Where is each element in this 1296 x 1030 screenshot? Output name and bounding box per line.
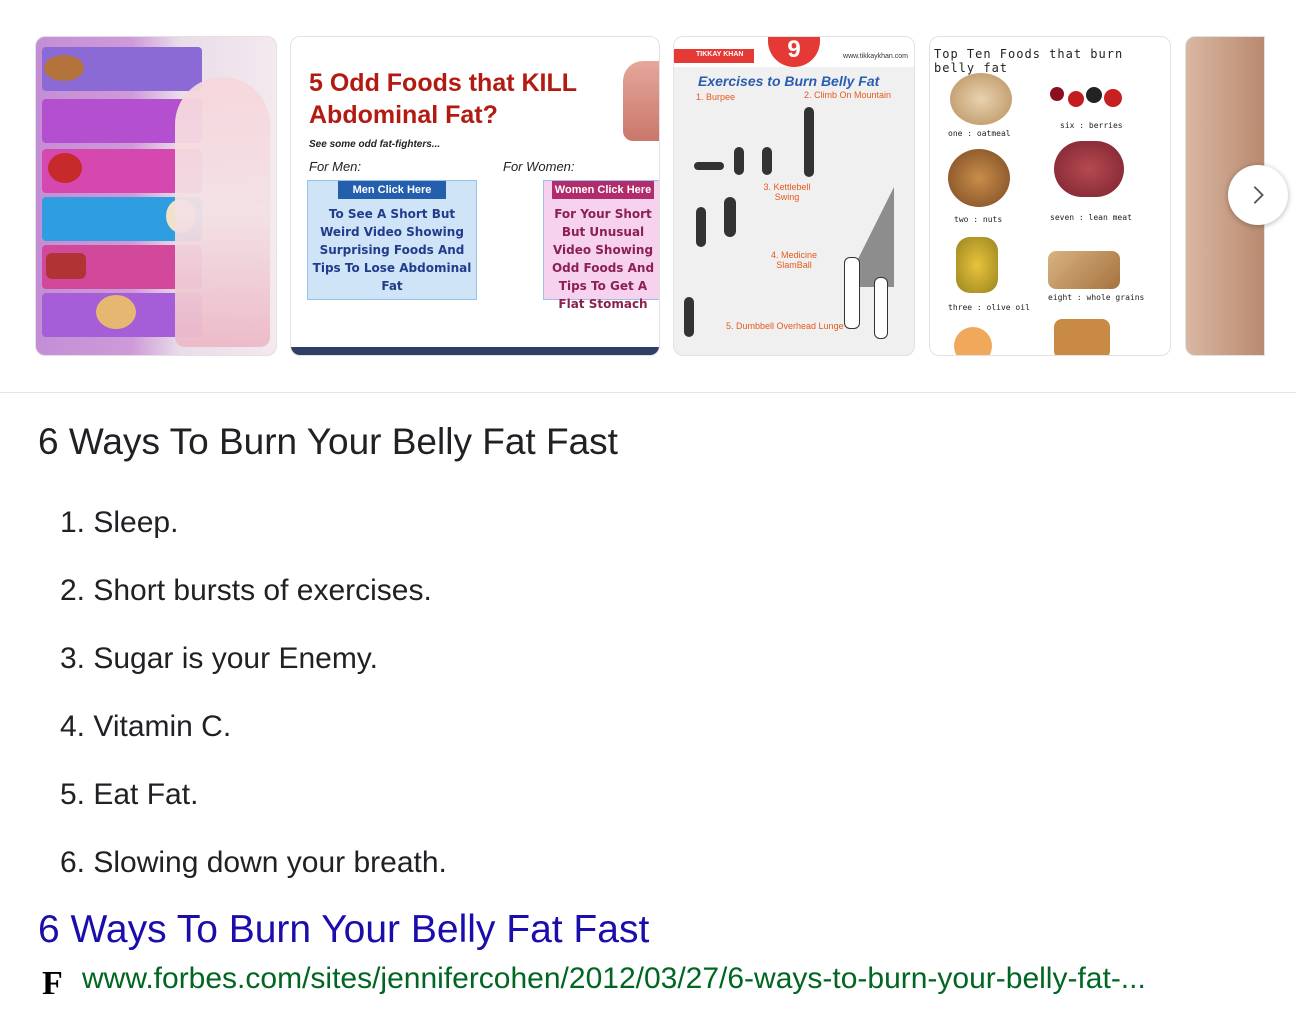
men-card: Men Click Here To See A Short But Weird … — [307, 180, 477, 300]
for-women-label: For Women: — [503, 159, 575, 174]
for-men-label: For Men: — [309, 159, 362, 174]
women-card: Women Click Here For Your Short But Unus… — [543, 180, 659, 311]
men-click-button: Men Click Here — [338, 181, 446, 199]
list-item: 4. Vitamin C. — [60, 710, 232, 743]
exercise-label: 5. Dumbbell Overhead Lunge — [726, 321, 844, 331]
men-card-text: To See A Short But Weird Video Showing S… — [312, 207, 472, 293]
number-badge: 9 — [768, 37, 820, 67]
image-title: 5 Odd Foods that KILL Abdominal Fat? — [309, 69, 577, 129]
food-item: six : berries — [1060, 121, 1123, 130]
peanut-butter-image — [1054, 319, 1110, 355]
berry-image — [1068, 91, 1084, 107]
image-header: TIKKAY KHAN 9 www.tikkaykhan.com — [674, 37, 914, 67]
food-item: three : olive oil — [948, 303, 1030, 312]
women-click-button: Women Click Here — [552, 181, 654, 199]
answer-list: 1. Sleep. 2. Short bursts of exercises. … — [60, 500, 447, 908]
image-subtitle: See some odd fat-fighters... — [309, 139, 441, 150]
carousel-image-1[interactable] — [35, 36, 277, 356]
list-item: 3. Sugar is your Enemy. — [60, 642, 378, 675]
chevron-right-icon — [1253, 186, 1264, 204]
carousel-next-button[interactable] — [1228, 165, 1288, 225]
list-item: 1. Sleep. — [60, 506, 179, 539]
source-title-link[interactable]: 6 Ways To Burn Your Belly Fat Fast — [38, 908, 649, 952]
exercise-figure — [734, 147, 744, 175]
berry-image — [1104, 89, 1122, 107]
list-item: 6. Slowing down your breath. — [60, 846, 447, 879]
olive-oil-image — [956, 237, 998, 293]
exercise-label: 1. Burpee — [696, 92, 736, 102]
list-item: 5. Eat Fat. — [60, 778, 199, 811]
forbes-favicon-icon: F — [42, 965, 63, 1002]
carousel-image-3[interactable]: TIKKAY KHAN 9 www.tikkaykhan.com Exercis… — [673, 36, 915, 356]
grains-image — [1048, 251, 1120, 289]
anatomy-illustration — [623, 61, 659, 141]
exercise-figure — [696, 207, 706, 247]
exercise-figure — [804, 107, 814, 177]
food-item: two : nuts — [954, 215, 1003, 224]
exercise-label: 2. Climb On Mountain — [804, 90, 892, 100]
food-item: seven : lean meat — [1050, 213, 1132, 222]
exercise-figure — [694, 162, 724, 170]
nuts-image — [948, 149, 1010, 207]
exercise-figure — [724, 197, 736, 237]
exercise-label: 4. Medicine SlamBall — [770, 250, 818, 270]
peanut-butter-image — [96, 295, 136, 329]
berries-image — [48, 153, 82, 183]
image-bottom-bar — [291, 347, 659, 355]
exercise-figure — [684, 297, 694, 337]
answer-heading: 6 Ways To Burn Your Belly Fat Fast — [38, 421, 618, 462]
berry-image — [1086, 87, 1102, 103]
berry-image — [1050, 87, 1064, 101]
carousel-image-4[interactable]: Top Ten Foods that burn belly fat one : … — [929, 36, 1171, 356]
image-title: Top Ten Foods that burn belly fat — [934, 47, 1124, 75]
food-item: eight : whole grains — [1048, 293, 1145, 302]
list-item: 2. Short bursts of exercises. — [60, 574, 432, 607]
exercise-figure — [844, 257, 860, 329]
meat-image — [1054, 141, 1124, 197]
image-title: Exercises to Burn Belly Fat — [698, 73, 880, 89]
egg-image — [954, 327, 992, 355]
food-item: one : oatmeal — [948, 129, 1011, 138]
oatmeal-image — [950, 73, 1012, 125]
exercise-figure — [874, 277, 888, 339]
women-card-text: For Your Short But Unusual Video Showing… — [551, 207, 655, 311]
exercise-figure — [762, 147, 772, 175]
source-url[interactable]: www.forbes.com/sites/jennifercohen/2012/… — [82, 962, 1146, 996]
meat-image — [46, 253, 86, 279]
almond-image — [44, 55, 84, 81]
image-carousel: 5 Odd Foods that KILL Abdominal Fat? See… — [0, 0, 1296, 393]
exercise-label: 3. Kettlebell Swing — [763, 182, 811, 202]
carousel-image-2[interactable]: 5 Odd Foods that KILL Abdominal Fat? See… — [290, 36, 660, 356]
brand-name: TIKKAY KHAN — [696, 51, 744, 58]
woman-illustration — [175, 77, 270, 347]
site-label: www.tikkaykhan.com — [843, 53, 908, 60]
